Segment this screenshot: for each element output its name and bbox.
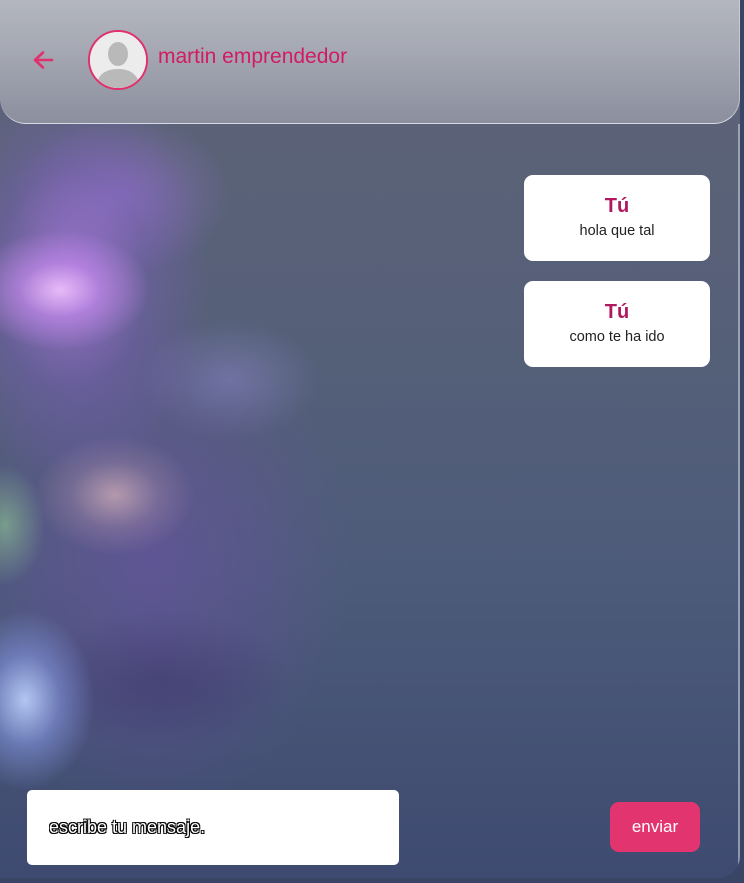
chat-header: martin emprendedor [0, 0, 740, 124]
user-silhouette-icon [90, 32, 146, 88]
message-input[interactable] [27, 790, 399, 865]
message-text: como te ha ido [569, 329, 665, 345]
message-bubble: Tú como te ha ido [524, 281, 710, 367]
contact-name: martin emprendedor [158, 45, 348, 68]
chat-window: martin emprendedor Tú hola que tal Tú co… [0, 0, 740, 878]
message-sender: Tú [604, 195, 630, 217]
send-button[interactable]: enviar [610, 802, 700, 852]
back-button[interactable] [30, 48, 56, 72]
message-bubble: Tú hola que tal [524, 175, 710, 261]
arrow-left-icon [33, 51, 54, 69]
contact-avatar[interactable] [88, 30, 148, 90]
message-text: hola que tal [579, 223, 655, 239]
message-sender: Tú [604, 301, 630, 323]
